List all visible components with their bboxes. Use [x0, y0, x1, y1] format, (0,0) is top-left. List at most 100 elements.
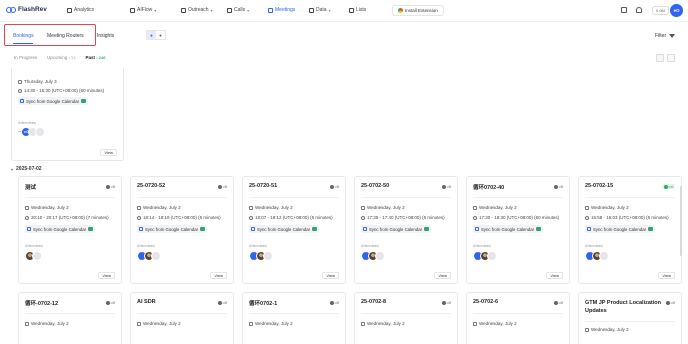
- attendees-label: Attendees: [361, 243, 380, 248]
- subtab-in-progress[interactable]: In Progress: [11, 54, 40, 61]
- nav-label: Outreach: [188, 7, 209, 13]
- booking-card[interactable]: Thursday, July 3 14:30 - 15:30 (UTC+08:0…: [11, 68, 124, 161]
- nav-analytics[interactable]: Analytics: [67, 7, 94, 13]
- view-toggle[interactable]: ● ●: [146, 30, 166, 40]
- card-title: 25-0702-8: [361, 299, 387, 305]
- list-view-icon[interactable]: [667, 54, 675, 62]
- view-button[interactable]: View: [434, 272, 451, 279]
- divider: [361, 313, 451, 314]
- status-label: off: [446, 184, 451, 189]
- card-time-row: 18:14 - 18:19 (UTC+08:00) (5 minutes): [137, 215, 221, 220]
- date-group-heading[interactable]: ▾ 2025-07-02: [11, 166, 42, 172]
- nav-calls[interactable]: Calls ▾: [227, 7, 249, 13]
- booking-card[interactable]: GTM JP Product Localization Updates off We…: [578, 292, 682, 344]
- app-logo[interactable]: FlashRev: [6, 6, 47, 13]
- date-group-label: 2025-07-02: [16, 166, 42, 172]
- calendar-icon: [473, 321, 477, 326]
- status-dot-icon: [441, 184, 446, 189]
- attendee-avatars: [249, 251, 273, 261]
- google-meet-icon: [312, 227, 318, 231]
- attendee-avatars: -- eO: [18, 127, 46, 137]
- chevron-down-icon: ▾: [247, 7, 250, 13]
- view-button[interactable]: View: [658, 272, 675, 279]
- calendar-icon: [137, 205, 141, 210]
- view-button[interactable]: View: [546, 272, 563, 279]
- attendees-label: Attendees: [137, 243, 156, 248]
- nav-aiflow[interactable]: AIFlow ▾: [130, 7, 156, 13]
- status-subtabs: In Progress Upcoming • 13 Past • 246: [11, 52, 108, 63]
- status-dot-icon: [217, 300, 222, 305]
- calendar-icon: [585, 205, 589, 210]
- phone-icon: [227, 7, 232, 13]
- card-date-row: Wednesday, July 2: [585, 327, 629, 332]
- nav-label: AIFlow: [137, 7, 153, 13]
- status-label: off: [110, 184, 115, 189]
- view-button[interactable]: View: [100, 149, 117, 156]
- booking-card[interactable]: 循环-0702-12 off Wednesday, July 2: [18, 292, 122, 344]
- subtab-count: • 13: [68, 55, 76, 60]
- user-avatar[interactable]: eO: [670, 4, 683, 17]
- filter-button[interactable]: Filter: [655, 33, 676, 39]
- booking-card[interactable]: 25-0720-51 off Wednesday, July 2 18:07 - 18…: [242, 176, 346, 284]
- bell-icon[interactable]: [636, 7, 642, 13]
- status-label: off: [334, 300, 339, 305]
- calendar-icon: [137, 321, 141, 326]
- team-icon[interactable]: ●: [156, 31, 165, 39]
- nav-label: Analytics: [74, 7, 95, 13]
- avatar: [263, 251, 273, 261]
- card-date: Wednesday, July 2: [255, 321, 293, 326]
- credits-badge[interactable]: 0.0M: [652, 6, 669, 15]
- status-dot-icon: [105, 184, 110, 189]
- person-icon[interactable]: ●: [147, 31, 156, 39]
- google-meet-icon: [81, 99, 87, 103]
- card-date-row: Wednesday, July 2: [25, 205, 69, 210]
- gift-icon[interactable]: [621, 7, 627, 13]
- booking-card[interactable]: 25-0702-15 on Wednesday, July 2 15:58 - 16:…: [578, 176, 682, 284]
- booking-card[interactable]: 25-0720-52 off Wednesday, July 2 18:14 - 18…: [130, 176, 234, 284]
- install-label: Install Extension: [405, 8, 438, 13]
- tab-insights[interactable]: Insights: [97, 33, 114, 39]
- card-date-row: Wednesday, July 2: [249, 205, 293, 210]
- divider: [473, 313, 563, 314]
- attendee-avatars: [585, 251, 609, 261]
- nav-meetings[interactable]: Meetings: [268, 7, 295, 13]
- view-button[interactable]: View: [210, 272, 227, 279]
- calendar-icon: [473, 205, 477, 210]
- booking-card[interactable]: 25-0702-6 off Wednesday, July 2: [466, 292, 570, 344]
- sync-badge: Sync from Google Calendar: [473, 225, 544, 233]
- subtab-upcoming[interactable]: Upcoming • 13: [44, 54, 79, 61]
- sync-badge: Sync from Google Calendar: [361, 225, 432, 233]
- booking-card[interactable]: 测试 off Wednesday, July 2 20:10 - 20:17 (UTC…: [18, 176, 122, 284]
- attendee-avatars: [473, 251, 497, 261]
- scrollbar[interactable]: [680, 186, 682, 256]
- nav-outreach[interactable]: Outreach ▾: [181, 7, 213, 13]
- card-date-row: Wednesday, July 2: [137, 205, 181, 210]
- sync-label: Sync from Google Calendar: [593, 226, 647, 232]
- booking-card[interactable]: 25-0702-50 off Wednesday, July 2 17:35 - 17…: [354, 176, 458, 284]
- booking-card[interactable]: 25-0702-8 off Wednesday, July 2: [354, 292, 458, 344]
- divider: [25, 313, 115, 314]
- booking-card[interactable]: 循环0702-1 off Wednesday, July 2: [242, 292, 346, 344]
- clock-icon: [25, 215, 29, 220]
- nav-lists[interactable]: Lists: [349, 7, 366, 13]
- nav-label: Meetings: [275, 7, 296, 13]
- booking-card[interactable]: 循环0702-40 off Wednesday, July 2 17:30 - 18:…: [466, 176, 570, 284]
- card-date: Wednesday, July 2: [31, 205, 69, 210]
- google-meet-icon: [88, 227, 94, 231]
- subtab-past[interactable]: Past • 246: [83, 54, 109, 61]
- sync-label: Sync from Google Calendar: [33, 226, 87, 232]
- view-button[interactable]: View: [98, 272, 115, 279]
- card-title: 25-0720-51: [249, 183, 278, 189]
- view-button[interactable]: View: [322, 272, 339, 279]
- install-extension-button[interactable]: Install Extension: [392, 5, 444, 16]
- avatar: [375, 251, 385, 261]
- booking-card[interactable]: AI SDR off Wednesday, July 2: [130, 292, 234, 344]
- nav-label: Calls: [234, 7, 246, 13]
- card-time: 17:35 - 17:40 (UTC+08:00) (5 minutes): [367, 215, 445, 220]
- grid-view-icon[interactable]: [656, 54, 664, 62]
- card-title: AI SDR: [137, 299, 156, 305]
- nav-data[interactable]: Data ▾: [309, 7, 331, 13]
- clock-icon: [137, 215, 141, 220]
- recording-status: off: [105, 300, 115, 305]
- status-dot-icon: [553, 184, 558, 189]
